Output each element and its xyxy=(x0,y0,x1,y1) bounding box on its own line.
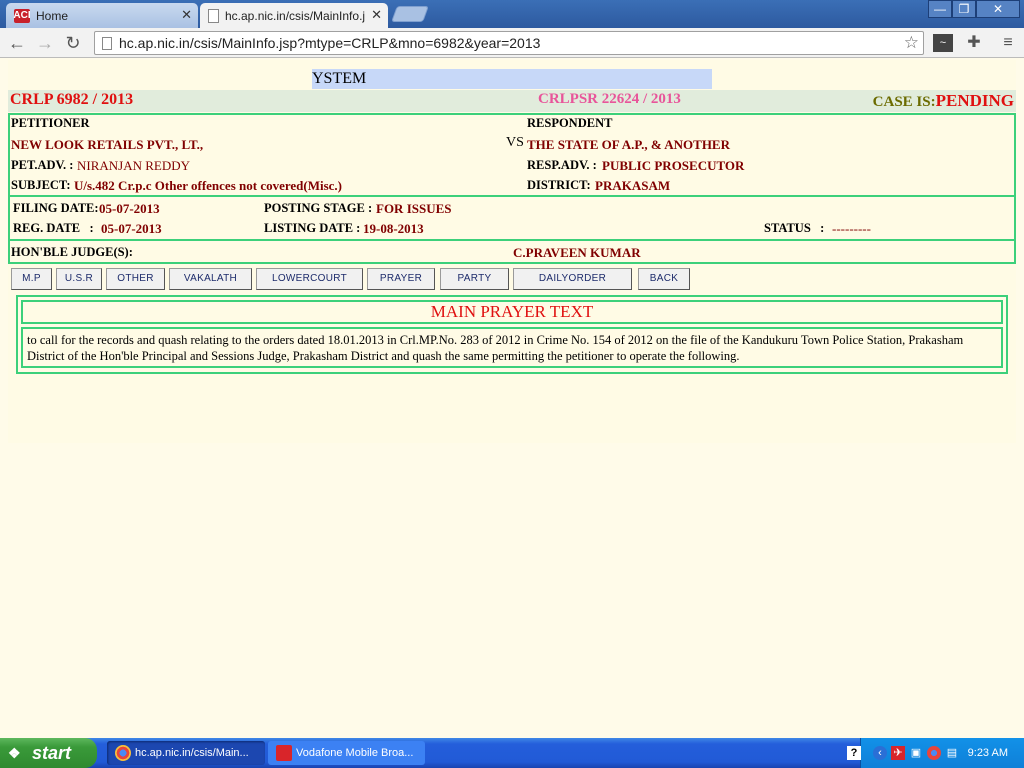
menu-icon[interactable]: ≡ xyxy=(998,34,1018,52)
system-tray: ? ‹ ✈ ▣ ▤ 9:23 AM xyxy=(847,738,1024,768)
network-icon[interactable]: ▣ xyxy=(909,746,923,760)
vodafone-icon xyxy=(276,745,292,761)
posting-stage-label: POSTING STAGE : xyxy=(264,201,373,215)
petitioner-name: NEW LOOK RETAILS PVT., LT., xyxy=(11,137,204,152)
district-label: DISTRICT: xyxy=(527,178,591,192)
pet-adv-value: NIRANJAN REDDY xyxy=(77,158,191,173)
case-info-box: PETITIONER NEW LOOK RETAILS PVT., LT., V… xyxy=(8,113,1016,264)
taskbar: ❖ start hc.ap.nic.in/csis/Main... Vodafo… xyxy=(0,738,1024,768)
aci-favicon-icon: ACI xyxy=(13,8,31,23)
chrome-tray-icon[interactable] xyxy=(927,746,941,760)
prayer-text: to call for the records and quash relati… xyxy=(21,327,1003,368)
subject-value: U/s.482 Cr.p.c Other offences not covere… xyxy=(74,178,343,193)
case-status-label: CASE IS: xyxy=(872,94,936,110)
divider xyxy=(10,239,1014,241)
back-button[interactable]: BACK xyxy=(638,268,690,290)
resp-adv-label: RESP.ADV. : xyxy=(527,158,597,172)
vodafone-tray-icon[interactable]: ✈ xyxy=(891,746,905,760)
taskbar-item-vodafone[interactable]: Vodafone Mobile Broa... xyxy=(268,741,425,765)
new-tab-button[interactable] xyxy=(391,6,429,22)
prayer-button[interactable]: PRAYER xyxy=(367,268,435,290)
address-bar[interactable]: hc.ap.nic.in/csis/MainInfo.jsp?mtype=CRL… xyxy=(94,31,924,55)
chart-extension-icon[interactable]: ~ xyxy=(933,34,953,52)
browser-toolbar: ← → ↻ hc.ap.nic.in/csis/MainInfo.jsp?mty… xyxy=(0,28,1024,58)
windows-flag-icon: ❖ xyxy=(8,745,21,761)
crlpsr-number: CRLPSR 22624 / 2013 xyxy=(538,91,681,107)
prayer-title: MAIN PRAYER TEXT xyxy=(21,300,1003,324)
tab-home[interactable]: ACI Home ✕ xyxy=(6,3,198,28)
mp-button[interactable]: M.P xyxy=(11,268,52,290)
divider xyxy=(10,195,1014,197)
url-text: hc.ap.nic.in/csis/MainInfo.jsp?mtype=CRL… xyxy=(119,35,541,51)
judge-name: C.PRAVEEN KUMAR xyxy=(513,245,641,260)
usr-button[interactable]: U.S.R xyxy=(56,268,102,290)
page-icon xyxy=(102,37,112,50)
system-banner: YSTEM xyxy=(312,69,712,89)
district-value: PRAKASAM xyxy=(595,178,671,193)
vs-label: VS xyxy=(506,135,524,150)
resp-adv-value: PUBLIC PROSECUTOR xyxy=(602,158,745,173)
dailyorder-button[interactable]: DAILYORDER xyxy=(513,268,632,290)
judges-label: HON'BLE JUDGE(S): xyxy=(11,245,133,259)
reg-date-value: 05-07-2013 xyxy=(101,221,162,236)
puzzle-extension-icon[interactable]: ✚ xyxy=(964,34,984,52)
task-label: hc.ap.nic.in/csis/Main... xyxy=(135,747,249,759)
case-number: CRLP 6982 / 2013 xyxy=(10,91,134,108)
vakalath-button[interactable]: VAKALATH xyxy=(169,268,252,290)
listing-date-value: 19-08-2013 xyxy=(363,221,424,236)
page-icon xyxy=(208,8,219,23)
minimize-icon[interactable]: — xyxy=(928,0,952,18)
tab-title: hc.ap.nic.in/csis/MainInfo.jsp xyxy=(225,8,365,23)
task-label: Vodafone Mobile Broa... xyxy=(296,747,414,759)
chrome-icon xyxy=(115,745,131,761)
filing-date-label: FILING DATE: xyxy=(13,201,99,215)
page-content: YSTEM CRLP 6982 / 2013 CRLPSR 22624 / 20… xyxy=(8,60,1016,443)
status-label: STATUS : xyxy=(764,221,825,235)
case-status: CASE IS:PENDING xyxy=(873,91,1014,111)
bookmark-star-icon[interactable]: ☆ xyxy=(904,32,919,54)
collapse-tray-icon[interactable]: ‹ xyxy=(873,746,887,760)
help-icon[interactable]: ? xyxy=(847,746,861,760)
respondent-label: RESPONDENT xyxy=(527,116,613,130)
taskbar-item-chrome[interactable]: hc.ap.nic.in/csis/Main... xyxy=(107,741,265,765)
reg-date-label: REG. DATE : xyxy=(13,221,94,235)
close-tab-icon[interactable]: ✕ xyxy=(371,7,382,23)
case-header: CRLP 6982 / 2013 CRLPSR 22624 / 2013 CAS… xyxy=(8,90,1016,112)
status-value: --------- xyxy=(832,221,871,236)
petitioner-label: PETITIONER xyxy=(11,116,90,130)
pet-adv-label: PET.ADV. : xyxy=(11,158,74,172)
start-button[interactable]: ❖ start xyxy=(0,738,97,768)
listing-date-label: LISTING DATE : xyxy=(264,221,361,235)
posting-stage-value: FOR ISSUES xyxy=(376,201,452,216)
forward-arrow-icon[interactable]: → xyxy=(34,32,56,54)
main-prayer-box: MAIN PRAYER TEXT to call for the records… xyxy=(16,295,1008,374)
respondent-name: THE STATE OF A.P., & ANOTHER xyxy=(527,137,730,152)
restore-icon[interactable]: ❐ xyxy=(952,0,976,18)
lowercourt-button[interactable]: LOWERCOURT xyxy=(256,268,363,290)
tab-maininfo[interactable]: hc.ap.nic.in/csis/MainInfo.jsp ✕ xyxy=(200,3,388,28)
start-label: start xyxy=(32,743,72,763)
close-window-icon[interactable]: ✕ xyxy=(976,0,1020,18)
back-arrow-icon[interactable]: ← xyxy=(6,32,28,54)
subject-label: SUBJECT: xyxy=(11,178,71,192)
reload-icon[interactable]: ↻ xyxy=(62,32,84,54)
other-button[interactable]: OTHER xyxy=(106,268,165,290)
party-button[interactable]: PARTY xyxy=(440,268,509,290)
filing-date-value: 05-07-2013 xyxy=(99,201,160,216)
clock: 9:23 AM xyxy=(967,747,1008,759)
language-icon[interactable]: ▤ xyxy=(945,746,959,760)
close-tab-icon[interactable]: ✕ xyxy=(181,7,192,23)
case-status-value: PENDING xyxy=(935,91,1014,110)
tab-strip: ACI Home ✕ hc.ap.nic.in/csis/MainInfo.js… xyxy=(0,0,1024,28)
tab-title: Home xyxy=(36,8,69,23)
